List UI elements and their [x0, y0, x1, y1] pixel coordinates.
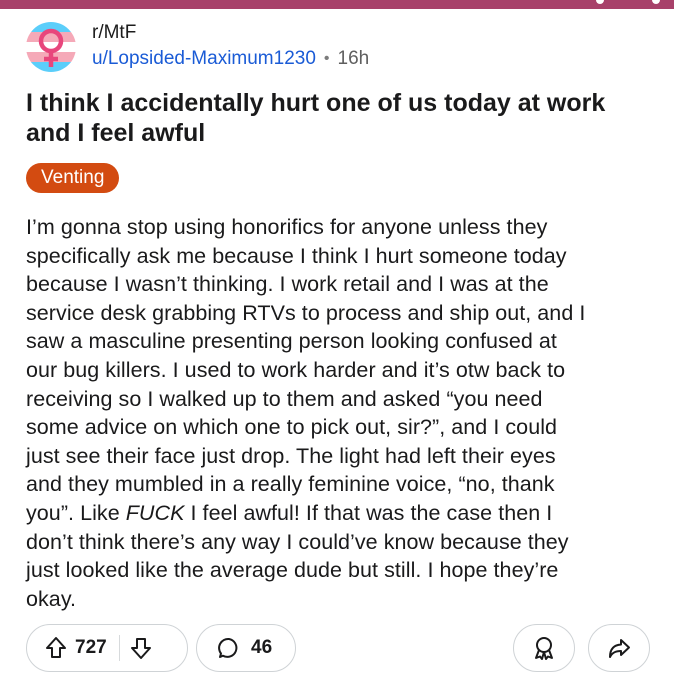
award-button[interactable]: [513, 624, 575, 672]
body-line: okay.: [26, 586, 77, 611]
subreddit-avatar[interactable]: [26, 22, 76, 72]
meta-separator: •: [323, 50, 330, 67]
post-flair[interactable]: Venting: [26, 163, 120, 193]
strip-marker: [652, 0, 660, 4]
comment-count: 46: [251, 637, 273, 658]
body-line: you”. Like FUCK I feel awful! If that wa…: [26, 499, 656, 528]
strip-marker: [596, 0, 604, 4]
downvote-button[interactable]: [130, 636, 152, 660]
post-meta: r/MtF u/Lopsided-Maximum1230 • 16h: [92, 22, 369, 70]
body-text-segment: you”. Like: [26, 500, 126, 525]
post-age: 16h: [337, 48, 370, 69]
arrow-down-icon: [130, 638, 151, 659]
share-button[interactable]: [588, 624, 650, 672]
trans-flag-female-symbol-icon: [26, 22, 76, 72]
body-line: our bug killers. I used to work harder a…: [26, 357, 566, 382]
body-line: receiving so I walked up to them and ask…: [26, 386, 543, 411]
body-line: just looked like the average dude but st…: [26, 558, 559, 583]
award-icon: [535, 637, 553, 660]
body-line: just see their face just drop. The light…: [26, 443, 556, 468]
body-line: saw a masculine presenting person lookin…: [26, 329, 557, 354]
comments-button[interactable]: 46: [196, 624, 296, 672]
author-username[interactable]: u/Lopsided-Maximum1230: [92, 48, 316, 70]
body-line: I’m gonna stop using honorifics for anyo…: [26, 215, 548, 239]
speech-bubble-icon: [217, 636, 241, 660]
post-body: I’m gonna stop using honorifics for anyo…: [26, 213, 656, 613]
top-status-strip: [0, 0, 674, 9]
body-line: some advice on which one to pick out, si…: [26, 415, 558, 440]
vote-divider: [118, 635, 120, 661]
title-line: I think I accidentally hurt one of us to…: [26, 89, 606, 117]
subreddit-name[interactable]: r/MtF: [92, 22, 369, 44]
post-title: I think I accidentally hurt one of us to…: [26, 88, 646, 148]
upvote-button[interactable]: [45, 636, 67, 660]
body-line: service desk grabbing RTVs to process an…: [26, 300, 586, 325]
body-line: and they mumbled in a really feminine vo…: [26, 472, 555, 497]
body-text-segment: I feel awful! If that was the case then …: [184, 500, 553, 525]
title-line: and I feel awful: [26, 119, 206, 147]
body-line: don’t think there’s any way I could’ve k…: [26, 529, 569, 554]
body-emphasis: FUCK: [125, 500, 185, 525]
arrow-up-icon: [46, 637, 66, 658]
body-line: because I wasn’t thinking. I work retail…: [26, 272, 549, 297]
share-arrow-icon: [609, 639, 630, 658]
vote-control: 727: [26, 624, 188, 672]
body-line: specifically ask me because I think I hu…: [26, 243, 567, 268]
upvote-count: 727: [75, 637, 107, 658]
